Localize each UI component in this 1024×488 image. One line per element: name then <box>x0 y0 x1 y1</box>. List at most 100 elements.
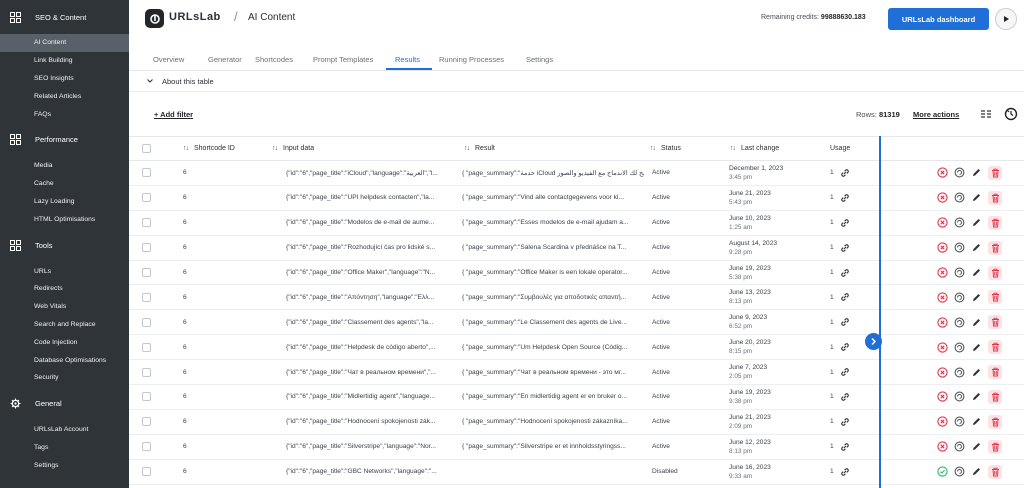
input-data-cell[interactable]: {"id":"6","page_title":"Απόντηση","langu… <box>286 285 454 309</box>
select-all-checkbox[interactable] <box>142 144 151 153</box>
row-checkbox[interactable] <box>142 467 151 477</box>
link-icon[interactable] <box>840 167 851 178</box>
edit-icon[interactable] <box>971 292 982 303</box>
edit-icon[interactable] <box>971 367 982 378</box>
result-cell[interactable]: { "page_summary":"Чат в реальном времени… <box>462 360 644 384</box>
input-data-cell[interactable]: {"id":"6","page_title":"Classement des a… <box>286 310 454 334</box>
disable-icon[interactable] <box>937 242 948 253</box>
table-row[interactable]: 6 {"id":"6","page_title":"Midlertidig age… <box>129 385 1024 410</box>
sidebar-section-tools[interactable]: Tools <box>0 228 129 262</box>
input-data-cell[interactable]: {"id":"6","page_title":"Hodnocení spokoj… <box>286 410 454 434</box>
sidebar-item-search-and-replace[interactable]: Search and Replace <box>0 316 129 334</box>
sidebar-item-ai-content[interactable]: AI Content <box>0 34 129 52</box>
disable-icon[interactable] <box>937 391 948 403</box>
row-checkbox[interactable] <box>142 243 151 253</box>
sidebar-item-urls[interactable]: URLs <box>0 262 129 280</box>
delete-icon[interactable] <box>988 389 1002 404</box>
row-checkbox[interactable] <box>142 442 151 452</box>
regenerate-icon[interactable] <box>954 192 965 203</box>
link-icon[interactable] <box>840 466 851 477</box>
table-row[interactable]: 6 {"id":"6","page_title":"Hodnocení spoko… <box>129 410 1024 435</box>
sidebar-item-media[interactable]: Media <box>0 157 129 175</box>
input-data-cell[interactable]: {"id":"6","page_title":"iCloud","languag… <box>286 161 454 185</box>
disable-icon[interactable] <box>937 342 948 353</box>
sidebar-item-web-vitals[interactable]: Web Vitals <box>0 298 129 316</box>
table-row[interactable]: 6 {"id":"6","page_title":"Modelos de e-ma… <box>129 211 1024 236</box>
regenerate-icon[interactable] <box>954 292 965 303</box>
table-row[interactable]: 6 {"id":"6","page_title":"Office Maker","… <box>129 261 1024 286</box>
result-cell[interactable]: { "page_summary":"Um Helpdesk Open Sourc… <box>462 335 644 359</box>
regenerate-icon[interactable] <box>954 416 965 427</box>
table-row[interactable]: 6 {"id":"6","page_title":"Rozhodující čas… <box>129 236 1024 261</box>
tab-results[interactable]: Results <box>395 55 420 64</box>
link-icon[interactable] <box>840 342 851 353</box>
tab-shortcodes[interactable]: Shortcodes <box>255 55 293 64</box>
regenerate-icon[interactable] <box>954 441 965 452</box>
urlslab-logo-icon[interactable] <box>145 9 164 28</box>
sidebar-item-cache[interactable]: Cache <box>0 175 129 193</box>
column-header-result[interactable]: ↑↓ Result <box>464 137 495 160</box>
row-checkbox[interactable] <box>142 392 151 402</box>
regenerate-icon[interactable] <box>954 217 965 228</box>
delete-icon[interactable] <box>988 290 1002 305</box>
columns-icon[interactable] <box>980 109 992 119</box>
regenerate-icon[interactable] <box>954 466 965 477</box>
delete-icon[interactable] <box>988 340 1002 355</box>
link-icon[interactable] <box>840 292 851 303</box>
sidebar-section-seo-content[interactable]: SEO & Content <box>0 0 129 34</box>
regenerate-icon[interactable] <box>954 391 965 402</box>
scroll-right-icon[interactable] <box>865 333 882 350</box>
link-icon[interactable] <box>840 192 851 203</box>
result-cell[interactable] <box>462 460 644 484</box>
delete-icon[interactable] <box>988 464 1002 479</box>
edit-icon[interactable] <box>971 192 982 203</box>
edit-icon[interactable] <box>971 466 982 477</box>
result-cell[interactable]: { "page_summary":"Le Classement des agen… <box>462 310 644 334</box>
input-data-cell[interactable]: {"id":"6","page_title":"Helpdesk de códi… <box>286 335 454 359</box>
table-row[interactable]: 6 {"id":"6","page_title":"Чат в реальном … <box>129 360 1024 386</box>
result-cell[interactable]: { "page_summary":"Office Maker is een lo… <box>462 261 644 285</box>
history-icon[interactable] <box>1004 107 1018 121</box>
disable-icon[interactable] <box>937 267 948 278</box>
delete-icon[interactable] <box>988 190 1002 205</box>
delete-icon[interactable] <box>988 240 1002 255</box>
tab-prompt-templates[interactable]: Prompt Templates <box>313 55 373 64</box>
sidebar-section-performance[interactable]: Performance <box>0 123 129 157</box>
edit-icon[interactable] <box>971 317 982 328</box>
row-checkbox[interactable] <box>142 417 151 427</box>
disable-icon[interactable] <box>937 217 948 228</box>
dashboard-button[interactable]: URLsLab dashboard <box>888 8 989 30</box>
delete-icon[interactable] <box>988 365 1002 380</box>
link-icon[interactable] <box>840 267 851 278</box>
sidebar-item-urlslab-account[interactable]: URLsLab Account <box>0 421 129 439</box>
sidebar-item-code-injection[interactable]: Code Injection <box>0 333 129 351</box>
link-icon[interactable] <box>840 242 851 253</box>
play-icon[interactable] <box>995 8 1017 30</box>
result-cell[interactable]: { "page_summary":"Hodnocení spokojenosti… <box>462 410 644 434</box>
delete-icon[interactable] <box>988 215 1002 230</box>
table-row[interactable]: 6 {"id":"6","page_title":"UPI helpdesk co… <box>129 186 1024 211</box>
link-icon[interactable] <box>840 441 851 452</box>
sidebar-item-lazy-loading[interactable]: Lazy Loading <box>0 193 129 211</box>
tab-overview[interactable]: Overview <box>153 55 184 64</box>
edit-icon[interactable] <box>971 242 982 253</box>
input-data-cell[interactable]: {"id":"6","page_title":"GBC Networks","l… <box>286 460 454 484</box>
edit-icon[interactable] <box>971 167 982 178</box>
edit-icon[interactable] <box>971 441 982 452</box>
sidebar-item-seo-insights[interactable]: SEO Insights <box>0 70 129 88</box>
sidebar-item-database-optimisations[interactable]: Database Optimisations <box>0 351 129 369</box>
sidebar-item-settings[interactable]: Settings <box>0 456 129 474</box>
delete-icon[interactable] <box>988 165 1002 180</box>
row-checkbox[interactable] <box>142 367 151 377</box>
column-header-status[interactable]: ↑↓ Status <box>650 137 681 160</box>
result-cell[interactable]: { "page_summary":"خدمة iCloud تتيح لك ال… <box>462 161 644 185</box>
edit-icon[interactable] <box>971 267 982 278</box>
tab-generator[interactable]: Generator <box>208 55 242 64</box>
row-checkbox[interactable] <box>142 292 151 302</box>
column-header-shortcode-id[interactable]: ↑↓ Shortcode ID <box>183 137 235 160</box>
about-table-toggle[interactable]: About this table <box>129 72 1024 92</box>
sidebar-section-general[interactable]: General <box>0 387 129 421</box>
input-data-cell[interactable]: {"id":"6","page_title":"Rozhodující čas … <box>286 236 454 260</box>
row-checkbox[interactable] <box>142 317 151 327</box>
input-data-cell[interactable]: {"id":"6","page_title":"Office Maker","l… <box>286 261 454 285</box>
